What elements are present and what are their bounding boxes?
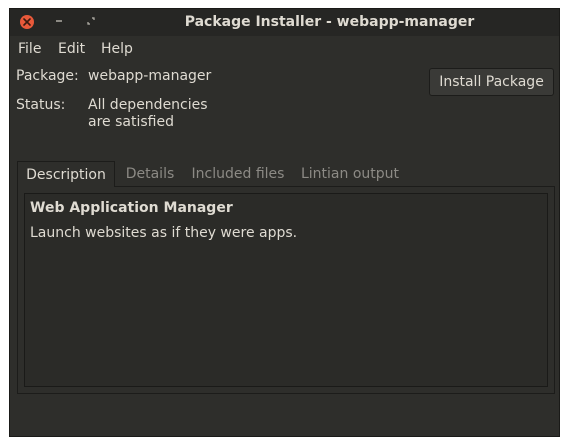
status-value-line2: are satisfied — [88, 114, 174, 130]
description-body: Launch websites as if they were apps. — [30, 225, 298, 241]
tab-details[interactable]: Details — [118, 161, 182, 187]
package-value: webapp-manager — [88, 68, 212, 84]
menu-help[interactable]: Help — [101, 41, 133, 57]
install-package-button[interactable]: Install Package — [429, 68, 554, 96]
menu-file[interactable]: File — [18, 41, 41, 57]
menu-edit[interactable]: Edit — [58, 41, 85, 57]
status-value-line1: All dependencies — [88, 97, 208, 113]
description-title: Web Application Manager — [30, 200, 233, 216]
status-label: Status: — [16, 97, 66, 113]
tab-panel: Web Application Manager Launch websites … — [17, 186, 555, 394]
window-title: Package Installer - webapp-manager — [184, 14, 475, 30]
tab-included-files[interactable]: Included files — [188, 161, 288, 187]
menubar: File Edit Help — [10, 36, 559, 62]
package-installer-window: Package Installer - webapp-manager File … — [9, 8, 560, 437]
package-label: Package: — [16, 68, 79, 84]
description-view[interactable]: Web Application Manager Launch websites … — [24, 193, 548, 387]
titlebar[interactable]: Package Installer - webapp-manager — [10, 9, 559, 36]
tab-description[interactable]: Description — [17, 161, 115, 187]
tab-lintian-output[interactable]: Lintian output — [297, 161, 403, 187]
